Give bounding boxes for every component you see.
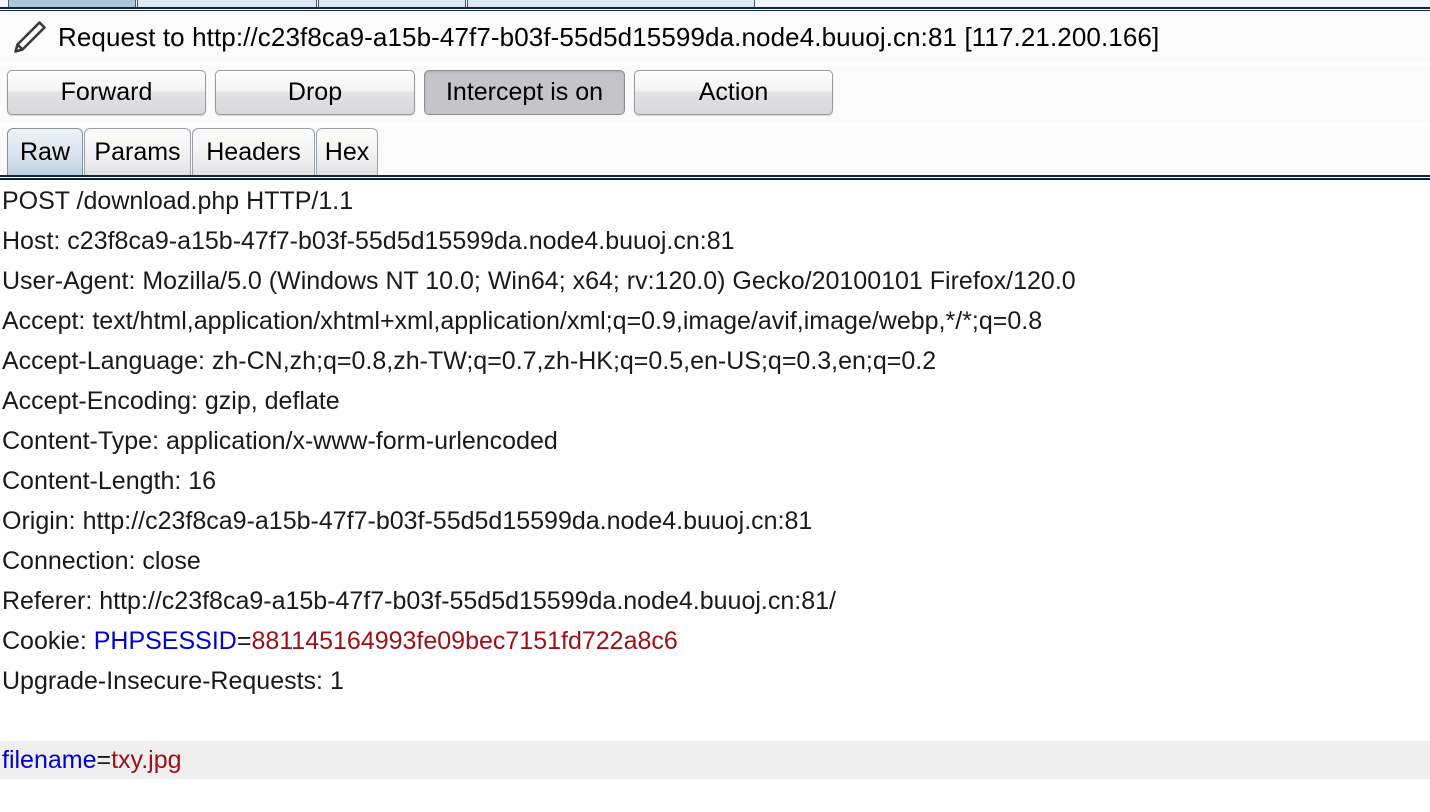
tab-headers[interactable]: Headers (192, 128, 315, 175)
message-editor-tabs: Raw Params Headers Hex (0, 128, 1430, 176)
header-accept-encoding: Accept-Encoding: gzip, deflate (2, 387, 340, 415)
request-line: POST /download.php HTTP/1.1 (2, 187, 354, 215)
header-cookie: Cookie: PHPSESSID=881145164993fe09bec715… (0, 621, 1430, 661)
intercept-toolbar: Forward Drop Intercept is on Action (0, 66, 1430, 122)
action-button[interactable]: Action (634, 70, 833, 115)
window-tabstrip[interactable] (0, 0, 1430, 7)
header-user-agent: User-Agent: Mozilla/5.0 (Windows NT 10.0… (2, 267, 1076, 295)
pencil-icon (6, 15, 52, 59)
tab-params[interactable]: Params (84, 128, 191, 175)
intercept-toggle-button[interactable]: Intercept is on (424, 70, 625, 115)
tab-raw[interactable]: Raw (7, 128, 83, 175)
body-param-name: filename (2, 746, 97, 774)
header-accept: Accept: text/html,application/xhtml+xml,… (2, 307, 1043, 335)
cookie-name: PHPSESSID (93, 627, 237, 655)
header-host: Host: c23f8ca9-a15b-47f7-b03f-55d5d15599… (2, 227, 735, 255)
header-content-length: Content-Length: 16 (2, 467, 217, 495)
window-tab-2[interactable] (137, 0, 317, 7)
raw-request-editor[interactable]: POST /download.php HTTP/1.1 Host: c23f8c… (0, 181, 1430, 812)
request-body[interactable]: filename=txy.jpg (0, 741, 1430, 779)
header-connection: Connection: close (2, 547, 201, 575)
header-content-type: Content-Type: application/x-www-form-url… (2, 427, 558, 455)
cookie-equals: = (236, 627, 252, 655)
header-accept-language: Accept-Language: zh-CN,zh;q=0.8,zh-TW;q=… (2, 347, 937, 375)
header-origin: Origin: http://c23f8ca9-a15b-47f7-b03f-5… (2, 507, 813, 535)
tabs-divider (0, 175, 1430, 180)
tab-hex[interactable]: Hex (316, 128, 378, 175)
intercept-header: Request to http://c23f8ca9-a15b-47f7-b03… (0, 11, 1430, 63)
window-tab-4[interactable] (467, 0, 755, 7)
cookie-prefix: Cookie: (2, 627, 94, 655)
body-param-equals: = (96, 746, 112, 774)
body-param-value: txy.jpg (111, 746, 182, 774)
header-upgrade-insecure-requests: Upgrade-Insecure-Requests: 1 (2, 667, 344, 695)
cookie-value: 881145164993fe09bec7151fd722a8c6 (251, 627, 678, 655)
page-title: Request to http://c23f8ca9-a15b-47f7-b03… (58, 22, 1160, 52)
window-tab-3[interactable] (318, 0, 466, 7)
forward-button[interactable]: Forward (7, 70, 206, 115)
drop-button[interactable]: Drop (215, 70, 415, 115)
header-referer: Referer: http://c23f8ca9-a15b-47f7-b03f-… (2, 587, 836, 615)
window-tab-1[interactable] (8, 0, 136, 7)
header-body-separator (0, 701, 1430, 741)
